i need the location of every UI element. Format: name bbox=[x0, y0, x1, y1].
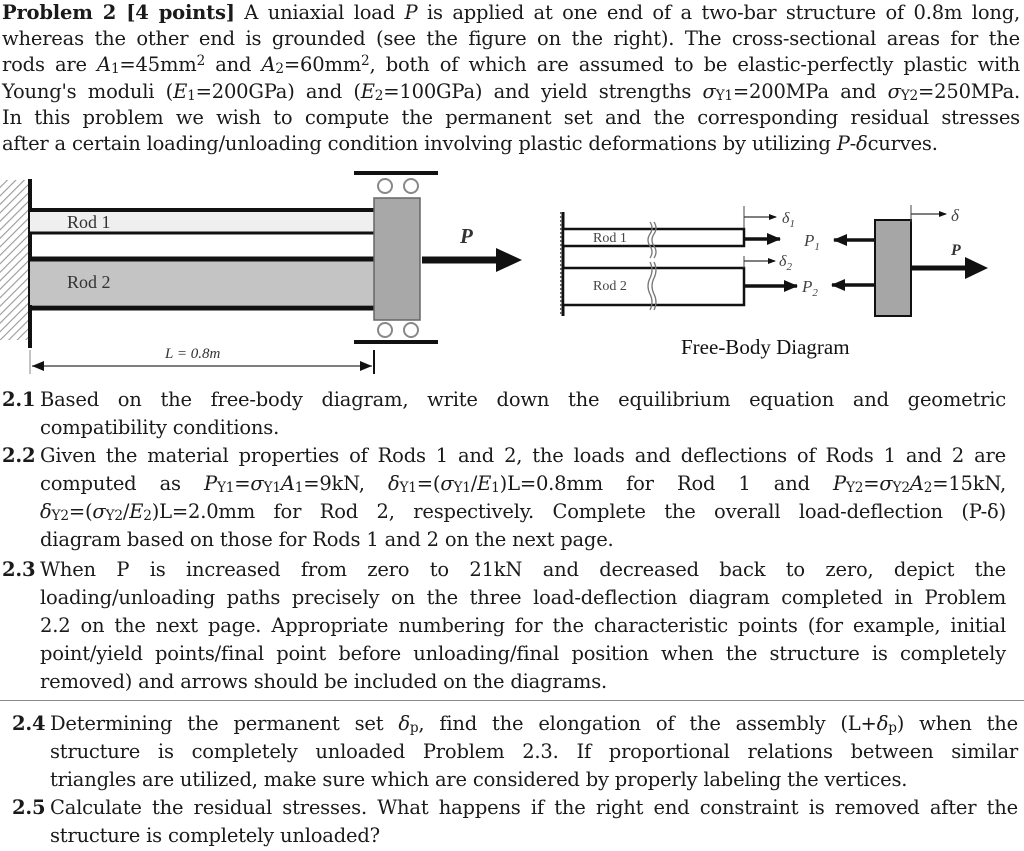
question-number: 2.5 bbox=[12, 796, 46, 819]
question-line: Based on the free-body diagram, write do… bbox=[40, 388, 1006, 411]
section-divider bbox=[0, 700, 1024, 701]
delta-label: δ bbox=[951, 206, 960, 225]
intro-text: A uniaxial load P is applied at one end … bbox=[234, 1, 1021, 24]
intro-line-6: after a certain loading/unloading condit… bbox=[2, 132, 938, 156]
p2-label: P2 bbox=[801, 277, 818, 299]
question-line: removed) and arrows should be included o… bbox=[40, 670, 608, 693]
question-line: δY2=(σY2/E2)L=2.0mm for Rod 2, respectiv… bbox=[40, 500, 1006, 525]
question-line: loading/unloading paths precisely on the… bbox=[40, 586, 1006, 609]
question-line: Given the material properties of Rods 1 … bbox=[40, 444, 1006, 467]
load-arrow-head bbox=[496, 248, 522, 272]
roller bbox=[377, 178, 393, 194]
fbd-load-label: P bbox=[950, 242, 961, 259]
question-body: Determining the permanent set δp, find t… bbox=[50, 710, 1018, 794]
figures: Rod 1 Rod 2 P L = 0.8m Rod 1 Rod 2 δ1 P1… bbox=[0, 171, 988, 374]
question-body: When P is increased from zero to 21kN an… bbox=[40, 556, 1006, 696]
fbd-caption: Free-Body Diagram bbox=[681, 335, 850, 359]
question-number: 2.1 bbox=[2, 388, 36, 411]
question-line: Determining the permanent set δp, find t… bbox=[50, 712, 1018, 737]
question-line: compatibility conditions. bbox=[40, 416, 280, 439]
question-number: 2.2 bbox=[2, 444, 36, 467]
question-line: When P is increased from zero to 21kN an… bbox=[40, 558, 1006, 581]
fbd-load-arrow-head bbox=[965, 257, 988, 279]
question-line: triangles are utilized, make sure which … bbox=[50, 768, 908, 791]
rod-2-label: Rod 2 bbox=[67, 272, 111, 292]
fbd-rod-2 bbox=[561, 266, 746, 307]
question-line: 2.2 on the next page. Appropriate number… bbox=[40, 614, 1006, 637]
fbd-rigid-block bbox=[874, 219, 912, 317]
problem-heading: Problem 2 [4 points] bbox=[2, 1, 235, 24]
question-line: point/yield points/final point before un… bbox=[40, 642, 1006, 665]
p1-label: P1 bbox=[803, 231, 820, 253]
ground-hatch bbox=[0, 180, 28, 340]
dimension-arrow-right bbox=[360, 361, 372, 371]
question-line: diagram based on those for Rods 1 and 2 … bbox=[40, 528, 614, 551]
structure-figure: Rod 1 Rod 2 P L = 0.8m bbox=[0, 171, 522, 374]
intro-line-4: Young's moduli (E1=200GPa) and (E2=100GP… bbox=[2, 79, 1021, 104]
roller bbox=[403, 178, 419, 194]
question-number: 2.4 bbox=[12, 712, 46, 735]
intro-line-1: Problem 2 [4 points] A uniaxial load P i… bbox=[2, 0, 1020, 26]
free-body-diagram: Rod 1 Rod 2 δ1 P1 δ2 P2 δ P Free-Body Di… bbox=[560, 205, 988, 359]
roller bbox=[377, 322, 393, 338]
question-body: Given the material properties of Rods 1 … bbox=[40, 442, 1006, 554]
question-line: structure is completely unloaded Problem… bbox=[50, 740, 1018, 763]
fbd-rod-2-label: Rod 2 bbox=[593, 279, 627, 294]
dimension-arrow-left bbox=[32, 361, 44, 371]
intro-line-3: rods are A1=45mm2 and A2=60mm2, both of … bbox=[2, 53, 1020, 78]
delta-1-label: δ1 bbox=[782, 210, 795, 230]
delta-2-label: δ2 bbox=[779, 253, 792, 273]
question-line: Calculate the residual stresses. What ha… bbox=[50, 796, 1018, 819]
problem-intro: Problem 2 [4 points] A uniaxial load P i… bbox=[2, 0, 1020, 157]
intro-line-5: In this problem we wish to compute the p… bbox=[2, 105, 1020, 129]
question-body: Calculate the residual stresses. What ha… bbox=[50, 794, 1018, 850]
fbd-rod-1 bbox=[561, 227, 746, 248]
rod-1-label: Rod 1 bbox=[67, 212, 111, 232]
length-label: L = 0.8m bbox=[164, 346, 220, 362]
intro-line-2: whereas the other end is grounded (see t… bbox=[2, 27, 1020, 51]
rigid-block bbox=[373, 197, 421, 321]
load-label: P bbox=[459, 224, 473, 248]
question-body: Based on the free-body diagram, write do… bbox=[40, 386, 1006, 442]
roller bbox=[403, 322, 419, 338]
question-line: computed as PY1=σY1A1=9kN, δY1=(σY1/E1)L… bbox=[40, 472, 1006, 497]
question-line: structure is completely unloaded? bbox=[50, 824, 380, 847]
fbd-rod-1-label: Rod 1 bbox=[593, 231, 627, 246]
question-number: 2.3 bbox=[2, 558, 36, 581]
